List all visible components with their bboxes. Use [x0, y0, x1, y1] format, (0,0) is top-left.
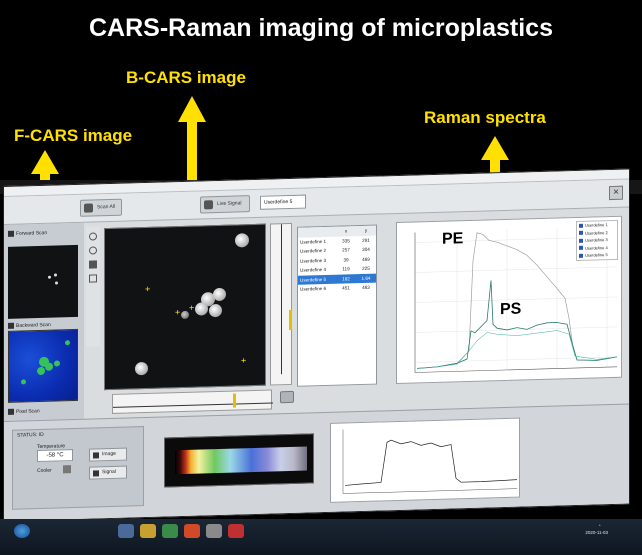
crosshair-icon[interactable] — [89, 274, 97, 283]
taskbar-clock: ° 2020-11-03 — [585, 524, 608, 535]
cooler-indicator — [63, 465, 71, 474]
ps-curve — [416, 280, 618, 369]
ps-annotation: PS — [500, 300, 522, 319]
bcars-image: + + + + — [104, 223, 266, 391]
taskbar-app-icon[interactable] — [206, 524, 222, 538]
point-marker[interactable]: + — [189, 303, 194, 313]
close-icon[interactable]: × — [609, 185, 623, 201]
camera-icon — [84, 203, 93, 213]
particle — [21, 379, 26, 385]
play-icon — [93, 470, 99, 477]
signal-button[interactable]: Signal — [89, 465, 127, 480]
status-header: STATUS: ID — [17, 431, 44, 439]
tool-strip — [86, 226, 100, 347]
zoom-icon[interactable] — [89, 232, 97, 241]
bottom-panel: STATUS: ID Temperature -58 °C Cooler Ima… — [4, 403, 630, 522]
zoom-icon[interactable] — [89, 246, 97, 255]
label-bcars: B-CARS image — [126, 68, 246, 87]
scan-icon — [8, 230, 14, 237]
forward-scan-image — [8, 244, 78, 319]
point-marker[interactable]: + — [145, 284, 150, 294]
spectrum-camera-image — [164, 433, 314, 488]
particle — [54, 360, 60, 367]
status-box: STATUS: ID Temperature -58 °C Cooler Ima… — [12, 426, 144, 510]
taskbar-app-icon[interactable] — [228, 524, 244, 538]
point-marker[interactable]: + — [175, 307, 180, 317]
point-table: x y Userdefine 1 335 291 Userdefine 2 25… — [297, 224, 377, 387]
ps-curve-2 — [416, 330, 618, 369]
scan-all-button[interactable]: Scan All — [80, 198, 122, 217]
spectral-band — [175, 446, 307, 475]
point-select-combo[interactable]: Userdefine 5 — [260, 194, 306, 210]
start-icon[interactable] — [14, 524, 30, 538]
horizontal-profile — [112, 389, 273, 414]
label-raman: Raman spectra — [424, 108, 546, 127]
forward-scan-header: Forward Scan — [8, 230, 47, 237]
particle — [209, 303, 222, 318]
live-signal-plot — [330, 417, 520, 503]
particle — [181, 310, 189, 320]
particle — [195, 302, 208, 316]
temperature-field: -58 °C — [37, 449, 73, 463]
image-button[interactable]: Image — [89, 447, 127, 462]
particle — [48, 275, 51, 279]
particle — [235, 233, 249, 248]
particle — [65, 340, 70, 346]
backward-scan-header: Backward Scan — [8, 322, 51, 330]
pe-annotation: PE — [442, 230, 464, 248]
camera-icon — [204, 200, 213, 210]
particle — [54, 273, 57, 277]
eye-icon[interactable] — [280, 390, 294, 404]
label-fcars: F-CARS image — [14, 126, 133, 145]
app-window: Scan All Live Signal Userdefine 5 × Forw… — [3, 168, 630, 522]
particle — [135, 361, 148, 376]
vertical-profile — [270, 222, 292, 386]
taskbar-app-icon[interactable] — [140, 524, 156, 538]
scan-icon — [8, 322, 14, 329]
backward-scan-image — [8, 328, 78, 403]
scan-icon — [8, 408, 14, 415]
table-row[interactable]: Userdefine 6 451 463 — [298, 283, 376, 295]
pointer-icon[interactable] — [89, 260, 97, 269]
taskbar — [0, 519, 642, 555]
cooler-label: Cooler — [37, 467, 52, 475]
particle — [55, 281, 58, 285]
live-signal-button[interactable]: Live Signal — [200, 195, 250, 214]
particle — [37, 366, 45, 376]
raman-legend: Userdefine 1 Userdefine 2 Userdefine 3 U… — [576, 219, 618, 261]
live-signal-curve — [342, 429, 518, 494]
pixel-scan-header: Pixel Scan — [8, 408, 40, 415]
particle — [45, 362, 53, 371]
taskbar-app-icon[interactable] — [118, 524, 134, 538]
point-marker[interactable]: + — [241, 355, 246, 365]
gear-icon — [93, 452, 99, 459]
legend-item[interactable]: Userdefine 5 — [577, 251, 617, 260]
taskbar-app-icon[interactable] — [162, 524, 178, 538]
particle — [213, 287, 226, 302]
taskbar-app-icon[interactable] — [184, 524, 200, 538]
slide-title: CARS-Raman imaging of microplastics — [89, 14, 553, 42]
